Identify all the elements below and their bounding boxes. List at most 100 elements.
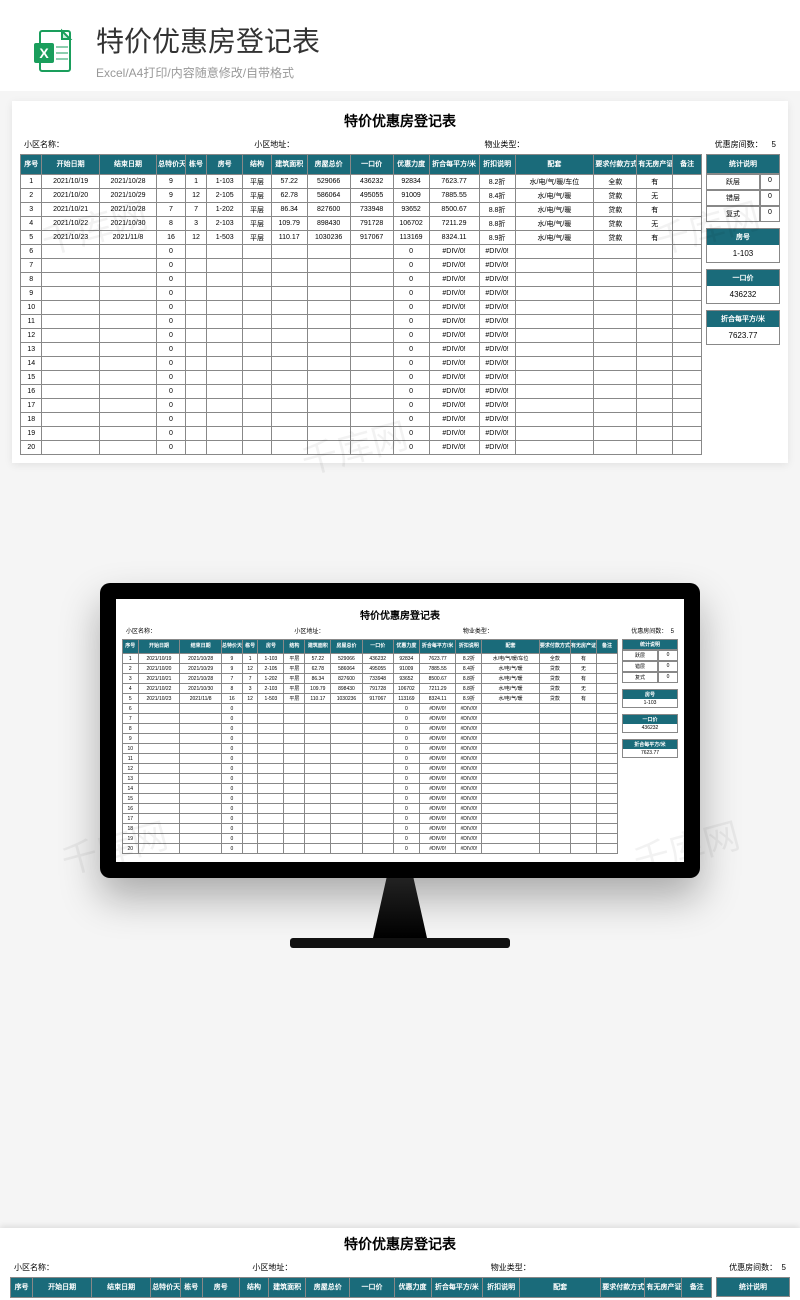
monitor-table: 序号开始日期结束日期总特价天数栋号房号结构建筑面积房屋总价一口价优惠力度折合每平… — [122, 639, 618, 854]
stat-box: 一口价436232 — [622, 714, 678, 733]
table-row: 1800#DIV/0!#DIV/0! — [21, 413, 702, 427]
stat-box: 一口价436232 — [706, 269, 780, 304]
table-row: 52021/10/232021/11/816121-503平层110.17103… — [21, 231, 702, 245]
svg-text:X: X — [39, 45, 49, 61]
col-header: 栋号 — [185, 155, 206, 175]
table-row: 52021/10/232021/11/816121-503平层110.17103… — [123, 694, 618, 704]
stat-box: 房号1-103 — [622, 689, 678, 708]
col-header: 结构 — [239, 1278, 269, 1298]
table-row: 42021/10/222021/10/30832-103平层109.798984… — [123, 684, 618, 694]
stat-row: 复式0 — [622, 672, 678, 683]
col-header: 要求付款方式 — [601, 1278, 645, 1298]
table-row: 1900#DIV/0!#DIV/0! — [123, 834, 618, 844]
stat-row: 复式0 — [706, 206, 780, 222]
table-row: 1000#DIV/0!#DIV/0! — [123, 744, 618, 754]
table-row: 800#DIV/0!#DIV/0! — [123, 724, 618, 734]
table-row: 900#DIV/0!#DIV/0! — [123, 734, 618, 744]
col-header: 总特价天数 — [151, 1278, 181, 1298]
col-header: 折合每平方/米 — [419, 640, 455, 654]
col-header: 折合每平方/米 — [429, 155, 479, 175]
col-header: 折扣说明 — [479, 155, 515, 175]
col-header: 结构 — [243, 155, 272, 175]
col-header: 配套 — [482, 640, 539, 654]
col-header: 折扣说明 — [483, 1278, 520, 1298]
template-title: 特价优惠房登记表 — [96, 20, 770, 60]
col-header: 优惠力度 — [393, 155, 429, 175]
table-row: 600#DIV/0!#DIV/0! — [21, 245, 702, 259]
stat-row: 跃层0 — [706, 174, 780, 190]
table-row: 700#DIV/0!#DIV/0! — [123, 714, 618, 724]
table-row: 900#DIV/0!#DIV/0! — [21, 287, 702, 301]
table-row: 2000#DIV/0!#DIV/0! — [123, 844, 618, 854]
col-header: 配套 — [515, 155, 594, 175]
table-row: 1700#DIV/0!#DIV/0! — [21, 399, 702, 413]
excel-icon: X — [30, 27, 78, 75]
col-header: 房号 — [202, 1278, 239, 1298]
table-row: 12021/10/192021/10/28911-103平层57.2252906… — [21, 175, 702, 189]
col-header: 备注 — [597, 640, 618, 654]
table-row: 22021/10/202021/10/299122-105平层62.785860… — [21, 189, 702, 203]
table-row: 32021/10/212021/10/28771-202平层86.3482760… — [21, 203, 702, 217]
col-header: 一口价 — [362, 640, 393, 654]
col-header: 开始日期 — [42, 155, 99, 175]
sheet-meta-row: 小区名称： 小区地址： 物业类型： 优惠房间数： 5 — [20, 139, 780, 154]
col-header: 备注 — [682, 1278, 712, 1298]
col-header: 结束日期 — [180, 640, 222, 654]
col-header: 序号 — [21, 155, 42, 175]
table-row: 2000#DIV/0!#DIV/0! — [21, 441, 702, 455]
table-row: 1200#DIV/0!#DIV/0! — [21, 329, 702, 343]
col-header: 要求付款方式 — [594, 155, 637, 175]
table-row: 1500#DIV/0!#DIV/0! — [123, 794, 618, 804]
table-row: 22021/10/202021/10/299122-105平层62.785860… — [123, 664, 618, 674]
col-header: 配套 — [520, 1278, 601, 1298]
stat-row: 错层0 — [706, 190, 780, 206]
col-header: 房屋总价 — [331, 640, 362, 654]
col-header: 优惠力度 — [393, 640, 419, 654]
monitor-meta-row: 小区名称： 小区地址： 物业类型： 优惠房间数： 5 — [122, 626, 678, 639]
spreadsheet-preview-bottom: 特价优惠房登记表 小区名称： 小区地址： 物业类型： 优惠房间数： 5 序号开始… — [0, 1228, 800, 1300]
table-row: 700#DIV/0!#DIV/0! — [21, 259, 702, 273]
stats-sidebar: 统计说明 跃层0错层0复式0 房号1-103 一口价436232 折合每平方/米76… — [706, 154, 780, 455]
col-header: 折扣说明 — [456, 640, 482, 654]
stat-box: 折合每平方/米7623.77 — [622, 739, 678, 758]
col-header: 总特价天数 — [157, 155, 186, 175]
col-header: 有无房产证 — [570, 640, 596, 654]
col-header: 结束日期 — [92, 1278, 151, 1298]
col-header: 建筑面积 — [305, 640, 331, 654]
table-row: 1600#DIV/0!#DIV/0! — [21, 385, 702, 399]
meta-discount-count: 优惠房间数： 5 — [715, 139, 776, 150]
page-header: X 特价优惠房登记表 Excel/A4打印/内容随意修改/自带格式 — [0, 0, 800, 91]
col-header: 房屋总价 — [307, 155, 350, 175]
col-header: 一口价 — [350, 155, 393, 175]
table-row: 1500#DIV/0!#DIV/0! — [21, 371, 702, 385]
table-row: 42021/10/222021/10/30832-103平层109.798984… — [21, 217, 702, 231]
col-header: 优惠力度 — [394, 1278, 431, 1298]
table-row: 600#DIV/0!#DIV/0! — [123, 704, 618, 714]
table-row: 1100#DIV/0!#DIV/0! — [123, 754, 618, 764]
table-row: 1700#DIV/0!#DIV/0! — [123, 814, 618, 824]
col-header: 开始日期 — [138, 640, 180, 654]
col-header: 总特价天数 — [221, 640, 242, 654]
stat-row: 跃层0 — [622, 650, 678, 661]
col-header: 房屋总价 — [306, 1278, 350, 1298]
table-row: 1300#DIV/0!#DIV/0! — [123, 774, 618, 784]
table-row: 1900#DIV/0!#DIV/0! — [21, 427, 702, 441]
col-header: 房号 — [258, 640, 284, 654]
table-row: 1400#DIV/0!#DIV/0! — [123, 784, 618, 794]
col-header: 备注 — [673, 155, 702, 175]
col-header: 序号 — [11, 1278, 33, 1298]
table-row: 1100#DIV/0!#DIV/0! — [21, 315, 702, 329]
table-row: 1300#DIV/0!#DIV/0! — [21, 343, 702, 357]
stat-box: 折合每平方/米7623.77 — [706, 310, 780, 345]
col-header: 结束日期 — [99, 155, 156, 175]
col-header: 一口价 — [350, 1278, 394, 1298]
table-row: 1600#DIV/0!#DIV/0! — [123, 804, 618, 814]
col-header: 建筑面积 — [269, 1278, 306, 1298]
stats-header: 统计说明 — [706, 154, 780, 174]
table-row: 32021/10/212021/10/28771-202平层86.3482760… — [123, 674, 618, 684]
stat-row: 错层0 — [622, 661, 678, 672]
table-row: 1400#DIV/0!#DIV/0! — [21, 357, 702, 371]
monitor-mockup: 特价优惠房登记表 小区名称： 小区地址： 物业类型： 优惠房间数： 5 — [0, 583, 800, 948]
col-header: 建筑面积 — [271, 155, 307, 175]
stat-box: 房号1-103 — [706, 228, 780, 263]
